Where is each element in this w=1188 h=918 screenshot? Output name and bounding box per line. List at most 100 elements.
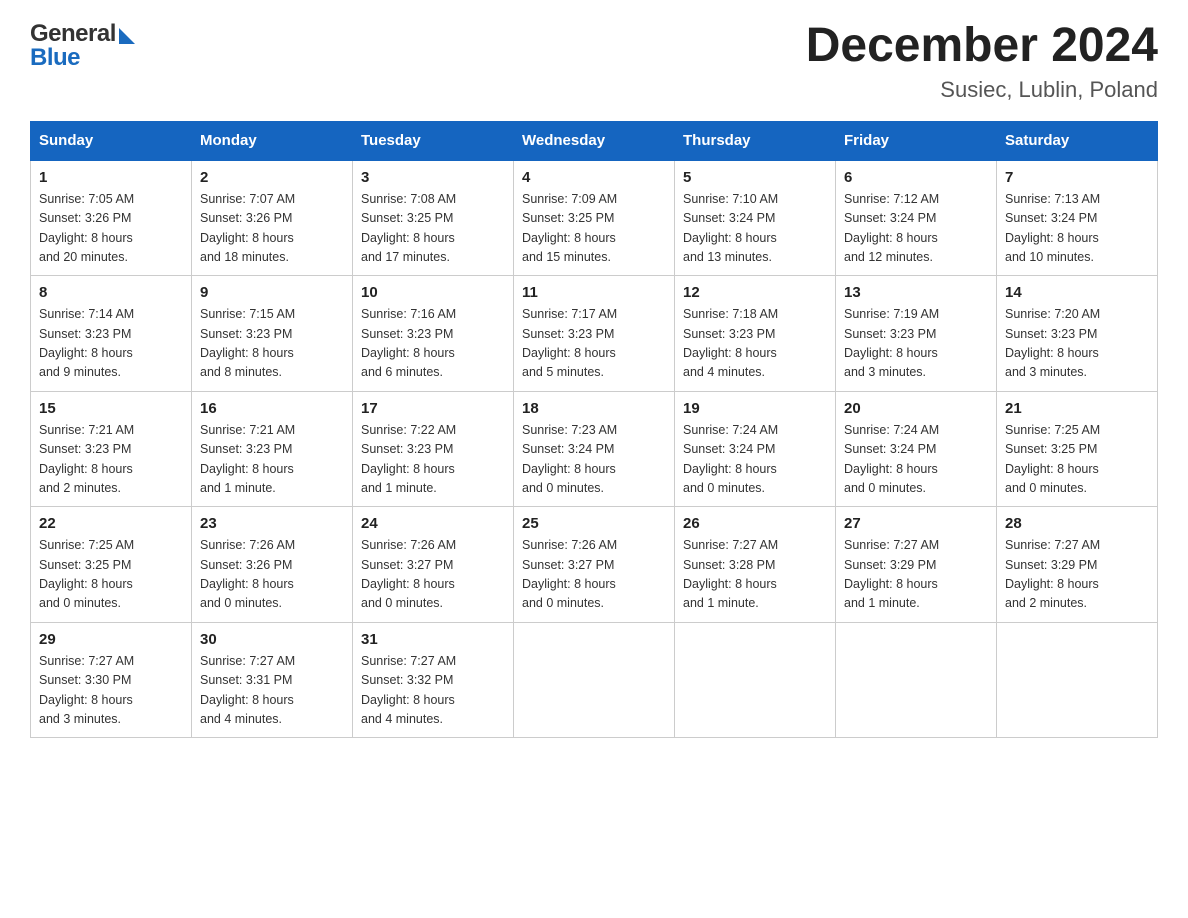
day-number: 17 bbox=[361, 400, 505, 417]
day-number: 27 bbox=[844, 515, 988, 532]
calendar-day-cell: 21 Sunrise: 7:25 AMSunset: 3:25 PMDaylig… bbox=[997, 391, 1158, 507]
calendar-day-cell: 24 Sunrise: 7:26 AMSunset: 3:27 PMDaylig… bbox=[353, 507, 514, 623]
header-cell-saturday: Saturday bbox=[997, 121, 1158, 160]
calendar-week-row: 15 Sunrise: 7:21 AMSunset: 3:23 PMDaylig… bbox=[31, 391, 1158, 507]
day-info: Sunrise: 7:27 AMSunset: 3:32 PMDaylight:… bbox=[361, 654, 456, 726]
logo-blue-text: Blue bbox=[30, 44, 80, 72]
day-number: 25 bbox=[522, 515, 666, 532]
day-number: 15 bbox=[39, 400, 183, 417]
header-cell-wednesday: Wednesday bbox=[514, 121, 675, 160]
day-number: 23 bbox=[200, 515, 344, 532]
day-info: Sunrise: 7:25 AMSunset: 3:25 PMDaylight:… bbox=[39, 538, 134, 610]
title-block: December 2024 Susiec, Lublin, Poland bbox=[806, 20, 1158, 103]
page-header: General Blue December 2024 Susiec, Lubli… bbox=[30, 20, 1158, 103]
calendar-day-cell: 10 Sunrise: 7:16 AMSunset: 3:23 PMDaylig… bbox=[353, 276, 514, 392]
day-info: Sunrise: 7:24 AMSunset: 3:24 PMDaylight:… bbox=[844, 423, 939, 495]
day-info: Sunrise: 7:16 AMSunset: 3:23 PMDaylight:… bbox=[361, 307, 456, 379]
day-info: Sunrise: 7:23 AMSunset: 3:24 PMDaylight:… bbox=[522, 423, 617, 495]
calendar-day-cell: 2 Sunrise: 7:07 AMSunset: 3:26 PMDayligh… bbox=[192, 160, 353, 276]
calendar-day-cell: 28 Sunrise: 7:27 AMSunset: 3:29 PMDaylig… bbox=[997, 507, 1158, 623]
day-info: Sunrise: 7:21 AMSunset: 3:23 PMDaylight:… bbox=[200, 423, 295, 495]
day-number: 2 bbox=[200, 169, 344, 186]
day-number: 28 bbox=[1005, 515, 1149, 532]
calendar-day-cell bbox=[836, 622, 997, 738]
calendar-day-cell: 9 Sunrise: 7:15 AMSunset: 3:23 PMDayligh… bbox=[192, 276, 353, 392]
calendar-day-cell: 1 Sunrise: 7:05 AMSunset: 3:26 PMDayligh… bbox=[31, 160, 192, 276]
day-info: Sunrise: 7:08 AMSunset: 3:25 PMDaylight:… bbox=[361, 192, 456, 264]
day-info: Sunrise: 7:17 AMSunset: 3:23 PMDaylight:… bbox=[522, 307, 617, 379]
calendar-day-cell: 16 Sunrise: 7:21 AMSunset: 3:23 PMDaylig… bbox=[192, 391, 353, 507]
calendar-day-cell: 4 Sunrise: 7:09 AMSunset: 3:25 PMDayligh… bbox=[514, 160, 675, 276]
day-info: Sunrise: 7:21 AMSunset: 3:23 PMDaylight:… bbox=[39, 423, 134, 495]
calendar-day-cell: 25 Sunrise: 7:26 AMSunset: 3:27 PMDaylig… bbox=[514, 507, 675, 623]
calendar-day-cell: 8 Sunrise: 7:14 AMSunset: 3:23 PMDayligh… bbox=[31, 276, 192, 392]
day-number: 8 bbox=[39, 284, 183, 301]
day-info: Sunrise: 7:13 AMSunset: 3:24 PMDaylight:… bbox=[1005, 192, 1100, 264]
day-number: 11 bbox=[522, 284, 666, 301]
day-number: 9 bbox=[200, 284, 344, 301]
day-info: Sunrise: 7:09 AMSunset: 3:25 PMDaylight:… bbox=[522, 192, 617, 264]
day-info: Sunrise: 7:22 AMSunset: 3:23 PMDaylight:… bbox=[361, 423, 456, 495]
calendar-day-cell: 6 Sunrise: 7:12 AMSunset: 3:24 PMDayligh… bbox=[836, 160, 997, 276]
day-number: 4 bbox=[522, 169, 666, 186]
calendar-day-cell: 5 Sunrise: 7:10 AMSunset: 3:24 PMDayligh… bbox=[675, 160, 836, 276]
day-info: Sunrise: 7:14 AMSunset: 3:23 PMDaylight:… bbox=[39, 307, 134, 379]
calendar-day-cell: 27 Sunrise: 7:27 AMSunset: 3:29 PMDaylig… bbox=[836, 507, 997, 623]
calendar-day-cell: 11 Sunrise: 7:17 AMSunset: 3:23 PMDaylig… bbox=[514, 276, 675, 392]
header-cell-monday: Monday bbox=[192, 121, 353, 160]
day-info: Sunrise: 7:27 AMSunset: 3:30 PMDaylight:… bbox=[39, 654, 134, 726]
calendar-day-cell: 12 Sunrise: 7:18 AMSunset: 3:23 PMDaylig… bbox=[675, 276, 836, 392]
calendar-day-cell: 3 Sunrise: 7:08 AMSunset: 3:25 PMDayligh… bbox=[353, 160, 514, 276]
header-cell-sunday: Sunday bbox=[31, 121, 192, 160]
calendar-day-cell bbox=[997, 622, 1158, 738]
day-number: 18 bbox=[522, 400, 666, 417]
day-number: 7 bbox=[1005, 169, 1149, 186]
calendar-day-cell: 17 Sunrise: 7:22 AMSunset: 3:23 PMDaylig… bbox=[353, 391, 514, 507]
day-number: 14 bbox=[1005, 284, 1149, 301]
day-info: Sunrise: 7:25 AMSunset: 3:25 PMDaylight:… bbox=[1005, 423, 1100, 495]
calendar-week-row: 8 Sunrise: 7:14 AMSunset: 3:23 PMDayligh… bbox=[31, 276, 1158, 392]
calendar-day-cell: 18 Sunrise: 7:23 AMSunset: 3:24 PMDaylig… bbox=[514, 391, 675, 507]
logo: General Blue bbox=[30, 20, 135, 72]
day-info: Sunrise: 7:27 AMSunset: 3:28 PMDaylight:… bbox=[683, 538, 778, 610]
day-info: Sunrise: 7:27 AMSunset: 3:29 PMDaylight:… bbox=[844, 538, 939, 610]
day-info: Sunrise: 7:05 AMSunset: 3:26 PMDaylight:… bbox=[39, 192, 134, 264]
day-number: 19 bbox=[683, 400, 827, 417]
day-number: 13 bbox=[844, 284, 988, 301]
day-number: 16 bbox=[200, 400, 344, 417]
calendar-day-cell: 23 Sunrise: 7:26 AMSunset: 3:26 PMDaylig… bbox=[192, 507, 353, 623]
calendar-week-row: 22 Sunrise: 7:25 AMSunset: 3:25 PMDaylig… bbox=[31, 507, 1158, 623]
calendar-day-cell: 19 Sunrise: 7:24 AMSunset: 3:24 PMDaylig… bbox=[675, 391, 836, 507]
day-number: 5 bbox=[683, 169, 827, 186]
day-info: Sunrise: 7:24 AMSunset: 3:24 PMDaylight:… bbox=[683, 423, 778, 495]
day-number: 10 bbox=[361, 284, 505, 301]
day-info: Sunrise: 7:18 AMSunset: 3:23 PMDaylight:… bbox=[683, 307, 778, 379]
calendar-day-cell: 13 Sunrise: 7:19 AMSunset: 3:23 PMDaylig… bbox=[836, 276, 997, 392]
day-number: 29 bbox=[39, 631, 183, 648]
calendar-day-cell bbox=[675, 622, 836, 738]
day-info: Sunrise: 7:07 AMSunset: 3:26 PMDaylight:… bbox=[200, 192, 295, 264]
header-cell-thursday: Thursday bbox=[675, 121, 836, 160]
calendar-table: SundayMondayTuesdayWednesdayThursdayFrid… bbox=[30, 121, 1158, 739]
day-number: 20 bbox=[844, 400, 988, 417]
day-info: Sunrise: 7:19 AMSunset: 3:23 PMDaylight:… bbox=[844, 307, 939, 379]
calendar-day-cell: 7 Sunrise: 7:13 AMSunset: 3:24 PMDayligh… bbox=[997, 160, 1158, 276]
calendar-day-cell: 26 Sunrise: 7:27 AMSunset: 3:28 PMDaylig… bbox=[675, 507, 836, 623]
day-info: Sunrise: 7:27 AMSunset: 3:29 PMDaylight:… bbox=[1005, 538, 1100, 610]
day-info: Sunrise: 7:26 AMSunset: 3:27 PMDaylight:… bbox=[522, 538, 617, 610]
calendar-day-cell: 29 Sunrise: 7:27 AMSunset: 3:30 PMDaylig… bbox=[31, 622, 192, 738]
day-number: 3 bbox=[361, 169, 505, 186]
calendar-day-cell bbox=[514, 622, 675, 738]
calendar-week-row: 1 Sunrise: 7:05 AMSunset: 3:26 PMDayligh… bbox=[31, 160, 1158, 276]
day-number: 22 bbox=[39, 515, 183, 532]
day-info: Sunrise: 7:26 AMSunset: 3:26 PMDaylight:… bbox=[200, 538, 295, 610]
day-info: Sunrise: 7:26 AMSunset: 3:27 PMDaylight:… bbox=[361, 538, 456, 610]
day-info: Sunrise: 7:12 AMSunset: 3:24 PMDaylight:… bbox=[844, 192, 939, 264]
day-number: 31 bbox=[361, 631, 505, 648]
calendar-day-cell: 14 Sunrise: 7:20 AMSunset: 3:23 PMDaylig… bbox=[997, 276, 1158, 392]
day-info: Sunrise: 7:10 AMSunset: 3:24 PMDaylight:… bbox=[683, 192, 778, 264]
day-info: Sunrise: 7:20 AMSunset: 3:23 PMDaylight:… bbox=[1005, 307, 1100, 379]
logo-arrow-icon bbox=[119, 28, 135, 44]
header-cell-friday: Friday bbox=[836, 121, 997, 160]
calendar-subtitle: Susiec, Lublin, Poland bbox=[806, 77, 1158, 103]
